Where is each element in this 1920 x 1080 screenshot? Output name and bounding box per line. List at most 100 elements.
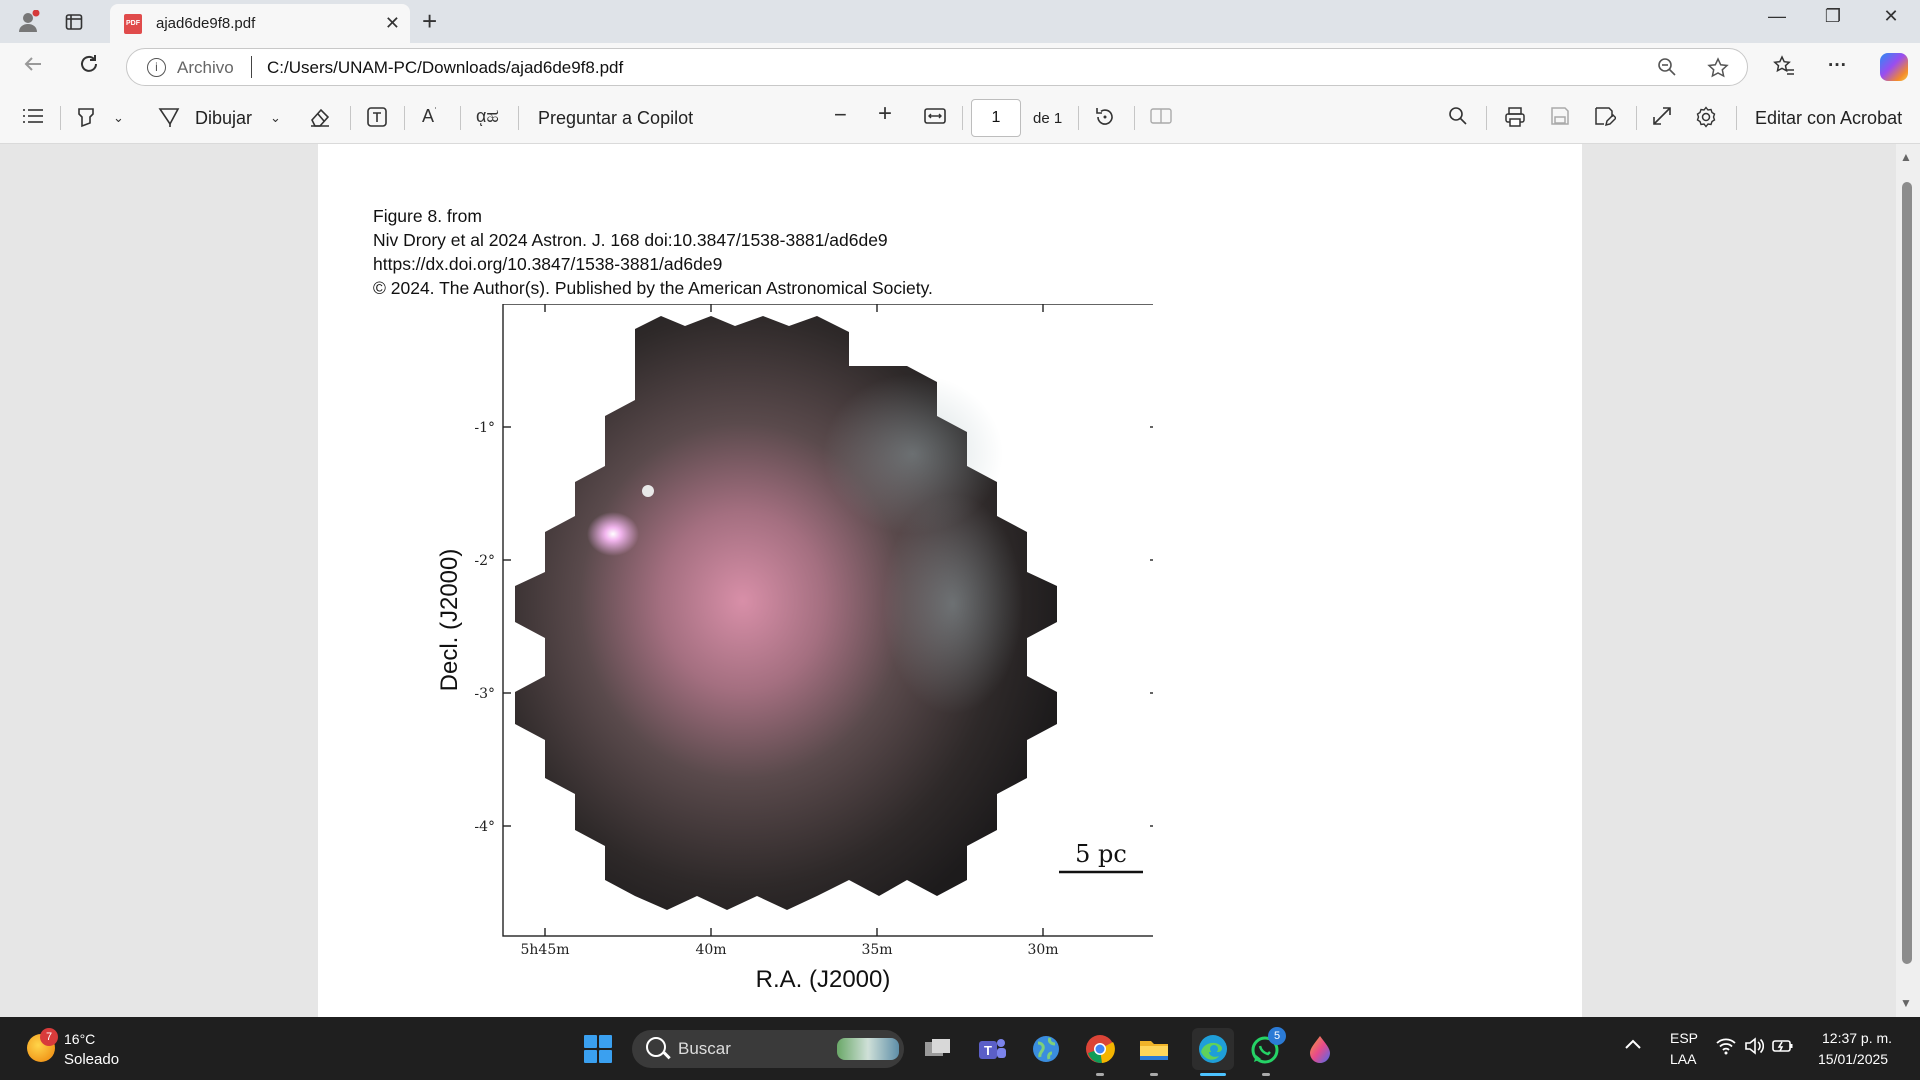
edit-with-acrobat-button[interactable]: Editar con Acrobat [1755,108,1902,129]
highlight-icon[interactable] [76,106,96,134]
caption-line: Figure 8. from [373,206,482,226]
vertical-scrollbar[interactable]: ▲ ▼ [1896,144,1920,1017]
clock-date[interactable]: 15/01/2025 [1818,1051,1888,1067]
nebula-figure: -1° -2° -3° -4° 5h45m 40m 35m 30m Decl. … [436,304,1153,993]
bright-star [642,485,654,497]
volume-icon[interactable] [1744,1037,1765,1060]
teams-icon[interactable]: T [976,1033,1008,1065]
document-viewer[interactable]: Figure 8. from Niv Drory et al 2024 Astr… [0,144,1920,1017]
zoom-out-icon[interactable]: − [834,102,847,128]
add-text-icon[interactable] [366,106,388,134]
profile-icon[interactable] [14,8,42,36]
page-number-input[interactable]: 1 [971,99,1021,137]
x-axis-label: R.A. (J2000) [756,966,891,993]
ask-copilot-button[interactable]: Preguntar a Copilot [538,108,693,129]
keyboard-layout-indicator[interactable]: LAA [1670,1051,1696,1067]
zoom-icon[interactable] [1657,57,1677,83]
draw-button[interactable]: Dibujar [195,108,252,129]
contents-list-icon[interactable] [22,106,44,132]
svg-text:T: T [984,1043,992,1058]
weather-badge: 7 [40,1028,58,1046]
scroll-up-arrow-icon[interactable]: ▲ [1900,150,1912,164]
globe-app-icon[interactable] [1030,1033,1062,1065]
back-arrow-icon [24,57,41,71]
address-bar: i Archivo C:/Users/UNAM-PC/Downloads/aja… [0,43,1920,92]
copilot-icon[interactable] [1880,53,1908,81]
page-total-label: de 1 [1033,110,1063,127]
more-options-icon[interactable]: ··· [1828,55,1847,77]
zoom-in-icon[interactable]: + [878,100,892,128]
edge-icon[interactable] [1192,1028,1234,1070]
minimize-button[interactable]: — [1754,6,1800,27]
refresh-icon [81,55,97,72]
bright-star-region [587,512,639,556]
y-tick-label: -4° [474,819,495,835]
settings-gear-icon[interactable] [1695,106,1717,134]
tab-active[interactable]: PDF ajad6de9f8.pdf ✕ [110,4,410,43]
back-button[interactable] [22,53,44,81]
wifi-icon[interactable] [1716,1037,1736,1060]
restore-button[interactable]: ❐ [1810,6,1856,27]
caption-line: https://dx.doi.org/10.3847/1538-3881/ad6… [373,254,723,274]
refresh-button[interactable] [78,53,100,81]
battery-charging-icon[interactable] [1772,1037,1794,1060]
tab-close-button[interactable]: ✕ [385,13,400,34]
color-drop-app-icon[interactable] [1304,1033,1336,1065]
windows-start-icon[interactable] [584,1035,612,1063]
y-tick-label: -1° [474,420,495,436]
highlight-chevron-down-icon[interactable]: ⌄ [113,110,124,126]
taskbar-search[interactable]: Buscar [632,1030,904,1068]
save-as-icon[interactable] [1594,106,1618,134]
pdf-page: Figure 8. from Niv Drory et al 2024 Astr… [318,144,1582,1017]
x-tick-label: 40m [695,942,726,958]
clock-time[interactable]: 12:37 p. m. [1822,1030,1892,1046]
tab-title: ajad6de9f8.pdf [156,15,256,32]
save-icon[interactable] [1550,106,1570,132]
fullscreen-icon[interactable] [1652,106,1672,132]
windows-taskbar: 7 16°C Soleado Buscar T 5 ESP LAA 12:37 … [0,1017,1920,1080]
favorite-star-icon[interactable] [1707,57,1729,85]
url-separator [251,56,252,78]
weather-temperature[interactable]: 16°C [64,1031,95,1047]
close-window-button[interactable]: ✕ [1868,6,1914,27]
nebula-haze [883,494,1023,714]
y-tick-label: -3° [474,686,495,702]
fit-page-icon[interactable] [924,106,946,132]
pdf-toolbar: ⌄ Dibujar ⌄ Aᐝ ᾳಹ Preguntar a Copilot − … [0,92,1920,144]
draw-chevron-down-icon[interactable]: ⌄ [270,110,281,126]
read-aloud-icon[interactable]: Aᐝ [422,106,437,127]
y-axis-label: Decl. (J2000) [436,549,463,692]
task-view-icon[interactable] [922,1033,954,1065]
search-placeholder: Buscar [678,1039,731,1058]
eraser-icon[interactable] [309,106,331,134]
page-view-icon[interactable] [1150,106,1172,132]
weather-condition[interactable]: Soleado [64,1051,119,1068]
scale-bar-label: 5 pc [1075,840,1127,868]
chrome-icon[interactable] [1084,1033,1116,1065]
x-tick-label: 5h45m [520,942,569,958]
tab-actions-icon[interactable] [60,8,88,36]
url-box[interactable]: i Archivo C:/Users/UNAM-PC/Downloads/aja… [126,48,1748,86]
search-icon [646,1037,666,1057]
title-bar: PDF ajad6de9f8.pdf ✕ + — ❐ ✕ [0,0,1920,43]
print-icon[interactable] [1504,106,1526,134]
x-tick-label: 30m [1027,942,1058,958]
scrollbar-thumb[interactable] [1902,182,1912,964]
figure-caption: Figure 8. from Niv Drory et al 2024 Astr… [373,204,933,300]
find-search-icon[interactable] [1448,106,1468,132]
language-indicator[interactable]: ESP [1670,1030,1698,1046]
draw-pen-icon[interactable] [158,106,180,134]
info-icon[interactable]: i [147,58,166,77]
pdf-file-icon: PDF [124,13,142,34]
translate-icon[interactable]: ᾳಹ [476,106,499,127]
scroll-down-arrow-icon[interactable]: ▼ [1900,996,1912,1010]
favorites-icon[interactable] [1773,55,1795,83]
rotate-icon[interactable] [1094,106,1116,134]
caption-line: © 2024. The Author(s). Published by the … [373,278,933,298]
show-hidden-icons-chevron-up-icon[interactable] [1624,1037,1642,1056]
whatsapp-badge: 5 [1268,1027,1286,1045]
new-tab-button[interactable]: + [422,6,437,37]
file-explorer-icon[interactable] [1138,1033,1170,1065]
url-text[interactable]: C:/Users/UNAM-PC/Downloads/ajad6de9f8.pd… [267,58,623,78]
caption-line: Niv Drory et al 2024 Astron. J. 168 doi:… [373,230,888,250]
